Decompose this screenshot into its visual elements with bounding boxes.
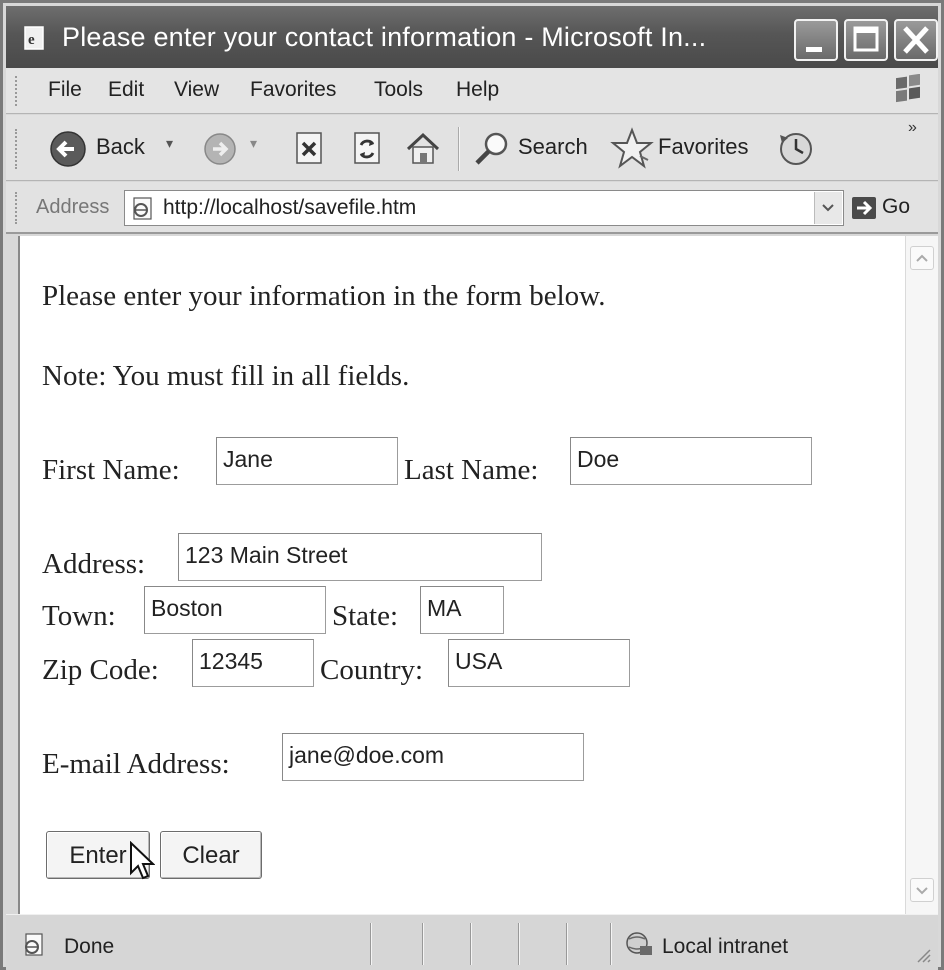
country-label: Country: [320, 654, 424, 686]
resize-grip-icon[interactable] [914, 946, 932, 964]
menu-bar: File Edit View Favorites Tools Help [6, 68, 938, 114]
back-label: Back [96, 134, 145, 159]
intranet-icon [626, 932, 652, 955]
forward-dropdown-icon[interactable]: ▾ [250, 135, 257, 152]
vertical-scrollbar[interactable] [905, 236, 938, 914]
close-button[interactable] [894, 19, 938, 61]
address-field[interactable]: 123 Main Street [178, 533, 542, 581]
menu-file[interactable]: File [48, 78, 82, 102]
menu-view[interactable]: View [174, 78, 219, 102]
back-arrow-icon [50, 131, 86, 167]
address-grip[interactable] [15, 192, 19, 224]
browser-window: e Please enter your contact information … [0, 0, 944, 970]
town-label: Town: [42, 600, 116, 632]
status-divider [566, 923, 568, 965]
status-divider [470, 923, 472, 965]
first-name-label: First Name: [42, 454, 180, 486]
forward-arrow-icon[interactable] [202, 131, 238, 167]
maximize-icon [853, 26, 879, 52]
status-divider [370, 923, 372, 965]
go-button[interactable]: Go [882, 195, 910, 219]
address-url: http://localhost/savefile.htm [163, 196, 417, 219]
mouse-pointer-icon [130, 841, 155, 880]
windows-logo-icon [896, 74, 920, 103]
minimize-button[interactable] [794, 19, 838, 61]
address-dropdown-button[interactable] [814, 192, 842, 224]
title-bar: e Please enter your contact information … [6, 6, 938, 68]
svg-text:e: e [28, 32, 35, 48]
toolbar-separator [458, 127, 460, 171]
status-bar: Done Local intranet [6, 914, 938, 970]
last-name-label: Last Name: [404, 454, 539, 486]
status-divider [518, 923, 520, 965]
address-input[interactable]: http://localhost/savefile.htm [124, 190, 844, 226]
email-label: E-mail Address: [42, 748, 230, 780]
country-field[interactable]: USA [448, 639, 630, 687]
page-content: Please enter your information in the for… [18, 236, 920, 914]
window-title: Please enter your contact information - … [62, 22, 707, 52]
toolbar-grip[interactable] [15, 129, 19, 169]
toolbar: Back ▾ ▾ Search Favorites » [6, 115, 938, 181]
page-done-icon [25, 933, 43, 956]
minimize-icon [806, 47, 822, 52]
menu-grip[interactable] [15, 76, 19, 106]
star-icon [610, 127, 654, 169]
back-dropdown-icon[interactable]: ▾ [166, 135, 173, 152]
last-name-field[interactable]: Doe [570, 437, 812, 485]
state-field[interactable]: MA [420, 586, 504, 634]
note-text: Note: You must fill in all fields. [42, 360, 410, 392]
chevron-down-icon [916, 887, 928, 895]
close-icon [903, 26, 929, 54]
stop-icon[interactable] [294, 131, 324, 167]
magnifier-icon [475, 132, 508, 165]
menu-help[interactable]: Help [456, 78, 499, 102]
favorites-label: Favorites [658, 134, 749, 159]
town-field[interactable]: Boston [144, 586, 326, 634]
refresh-icon[interactable] [352, 131, 382, 167]
home-icon[interactable] [404, 129, 442, 167]
status-text: Done [64, 935, 115, 958]
address-label: Address [36, 196, 110, 218]
chevron-down-icon [822, 204, 834, 212]
menu-tools[interactable]: Tools [374, 78, 423, 102]
zone-text: Local intranet [662, 935, 789, 958]
state-label: State: [332, 600, 399, 632]
menu-favorites[interactable]: Favorites [250, 78, 336, 102]
email-field[interactable]: jane@doe.com [282, 733, 584, 781]
scroll-down-button[interactable] [910, 878, 934, 902]
status-divider [422, 923, 424, 965]
page-icon [133, 197, 152, 220]
first-name-field[interactable]: Jane [216, 437, 398, 485]
maximize-button[interactable] [844, 19, 888, 61]
menu-edit[interactable]: Edit [108, 78, 144, 102]
scroll-up-button[interactable] [910, 246, 934, 270]
zip-field[interactable]: 12345 [192, 639, 314, 687]
address-bar: Address http://localhost/savefile.htm Go [6, 182, 938, 234]
chevron-up-icon [916, 254, 928, 262]
intro-text: Please enter your information in the for… [42, 280, 606, 312]
history-icon[interactable] [776, 129, 816, 169]
go-arrow-icon[interactable] [851, 196, 877, 220]
status-divider [610, 923, 612, 965]
ie-page-icon: e [24, 26, 44, 50]
clear-button[interactable]: Clear [160, 831, 262, 879]
search-label: Search [518, 134, 588, 159]
address-field-label: Address: [42, 548, 146, 580]
zip-label: Zip Code: [42, 654, 159, 686]
toolbar-chevron-icon[interactable]: » [908, 119, 917, 137]
